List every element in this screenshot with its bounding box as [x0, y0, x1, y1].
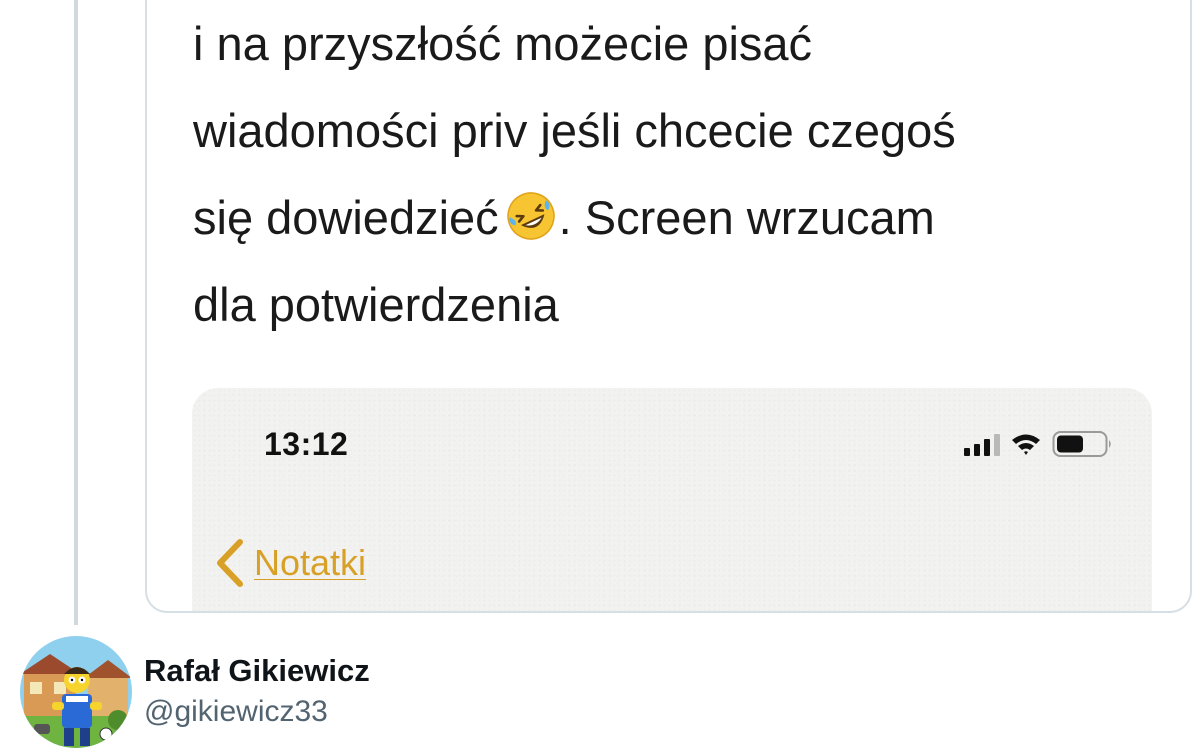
quoted-tweet-card[interactable]: i na przyszłość możecie pisać wiadomości…: [145, 0, 1192, 613]
tweet-author[interactable]: Rafał Gikiewicz @gikiewicz33: [20, 636, 370, 748]
attached-phone-screenshot[interactable]: 13:12 Notatki: [192, 388, 1152, 611]
notes-back-button[interactable]: Notatki: [212, 536, 366, 590]
quote-line-4: dla potwierdzenia: [193, 278, 559, 331]
author-handle[interactable]: @gikiewicz33: [144, 692, 370, 732]
cartoon-avatar-icon: [20, 636, 132, 748]
rolling-laughing-emoji-icon: [506, 192, 555, 240]
quote-line-3: się dowiedzieć . Screen wrzucam: [193, 174, 1183, 261]
quote-line-1: i na przyszłość możecie pisać: [193, 17, 813, 70]
author-display-name[interactable]: Rafał Gikiewicz: [144, 652, 370, 690]
quote-line-3b: . Screen wrzucam: [558, 191, 935, 244]
status-bar-time: 13:12: [264, 426, 349, 462]
avatar[interactable]: [20, 636, 132, 748]
cellular-signal-icon: [964, 432, 1000, 456]
chevron-left-icon: [217, 539, 243, 587]
back-button-label: Notatki: [254, 542, 367, 583]
quoted-tweet-text: i na przyszłość możecie pisać wiadomości…: [193, 0, 1183, 348]
tweet-view: i na przyszłość możecie pisać wiadomości…: [0, 0, 1200, 755]
battery-icon: [1052, 431, 1111, 457]
author-names: Rafał Gikiewicz @gikiewicz33: [144, 652, 370, 732]
status-bar-icons: [964, 430, 1114, 458]
quote-line-2: wiadomości priv jeśli chcecie czegoś: [193, 104, 956, 157]
quote-line-3a: się dowiedzieć: [193, 191, 499, 244]
thread-connector-line: [74, 0, 78, 625]
wifi-icon: [1012, 434, 1040, 455]
